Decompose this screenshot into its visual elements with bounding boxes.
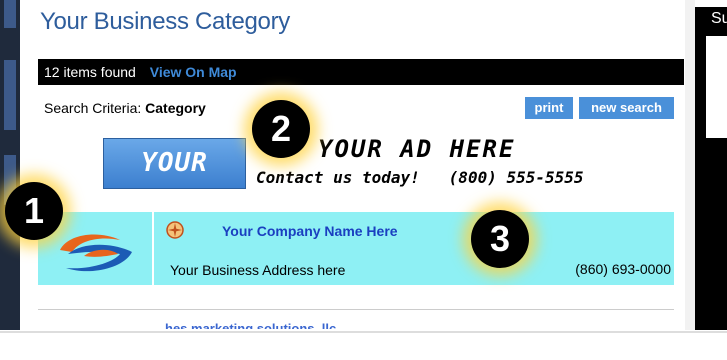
view-on-map-link[interactable]: View On Map <box>150 64 237 80</box>
results-bar: 12 items found View On Map <box>38 59 684 85</box>
next-listing-link[interactable]: hes marketing solutions, llc <box>165 318 336 329</box>
callout-badge-3: 3 <box>471 210 529 268</box>
listing-separator <box>38 309 674 310</box>
bottom-rule <box>0 331 727 333</box>
ad-logo-placeholder[interactable]: YOUR LOGO <box>103 138 246 227</box>
right-panel-title: Su <box>711 10 727 27</box>
left-sidebar-strip <box>0 0 20 330</box>
right-side-panel: Su <box>695 7 727 330</box>
new-search-button[interactable]: new search <box>579 97 674 119</box>
compass-icon[interactable] <box>166 221 184 239</box>
callout-badge-1: 1 <box>5 182 63 240</box>
business-listing[interactable]: Your Company Name Here Your Business Add… <box>38 212 674 285</box>
ad-phone: (800) 555-5555 <box>448 168 584 187</box>
business-phone: (860) 693-0000 <box>575 261 671 277</box>
business-address: Your Business Address here <box>170 262 346 278</box>
criteria-value: Category <box>145 100 206 116</box>
ad-headline: YOUR AD HERE <box>318 135 516 163</box>
print-button[interactable]: print <box>525 97 573 119</box>
listing-divider <box>152 212 154 285</box>
search-criteria: Search Criteria: Category <box>44 100 206 116</box>
callout-badge-2: 2 <box>252 100 310 158</box>
company-name-link[interactable]: Your Company Name Here <box>222 223 398 239</box>
right-panel-content <box>706 36 727 138</box>
page-title: Your Business Category <box>40 8 290 35</box>
criteria-label: Search Criteria: <box>44 100 146 116</box>
ad-contact-text: Contact us today! <box>256 168 420 187</box>
sidebar-segment <box>4 0 16 28</box>
right-gutter <box>685 0 695 330</box>
sidebar-segment <box>4 60 16 130</box>
ad-contact-line: Contact us today! (800) 555-5555 <box>256 168 584 187</box>
results-count: 12 items found <box>44 64 136 80</box>
